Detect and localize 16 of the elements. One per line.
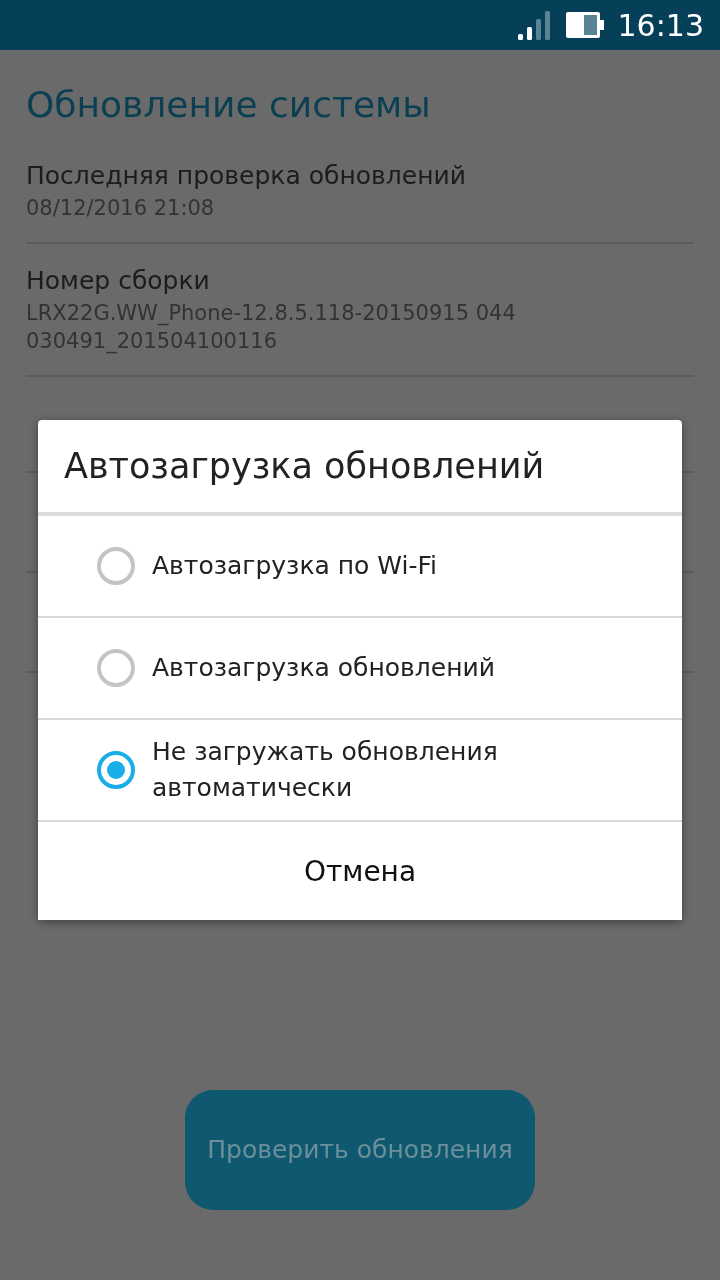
battery-icon	[565, 12, 604, 38]
page-title: Обновление системы	[26, 84, 432, 125]
status-time: 16:13	[617, 7, 704, 43]
setting-label: Номер сборки	[26, 266, 211, 295]
setting-label: Последняя проверка обновлений	[26, 161, 467, 190]
radio-icon[interactable]	[96, 648, 136, 688]
signal-icon	[517, 10, 552, 40]
radio-icon[interactable]	[96, 546, 136, 586]
setting-value: LRX22G.WW_Phone-12.8.5.118-20150915 044030491_201504100116	[26, 300, 517, 355]
cancel-button[interactable]: Отмена	[38, 822, 682, 920]
dialog-title: Автозагрузка обновлений	[38, 420, 682, 516]
setting-value: 08/12/2016 21:08	[26, 195, 216, 222]
option-label[interactable]: Автозагрузка по Wi-Fi	[152, 548, 572, 584]
option-label[interactable]: Автозагрузка обновлений	[152, 650, 572, 686]
radio-selected-icon[interactable]	[96, 750, 136, 790]
option-label[interactable]: Не загружать обновления автоматически	[152, 734, 572, 806]
